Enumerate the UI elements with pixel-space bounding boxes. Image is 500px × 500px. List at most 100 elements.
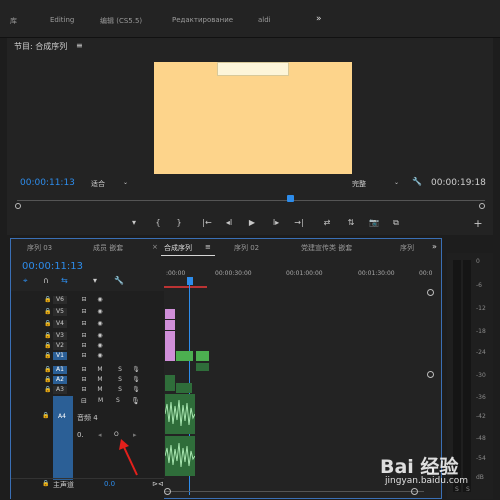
marker-icon[interactable]: ▾ [93,276,97,285]
quality-select[interactable]: 完整 [352,179,366,189]
workspace-editing[interactable]: Editing [50,16,74,24]
go-to-out-button[interactable]: →| [292,218,306,227]
solo-button[interactable]: S [113,386,127,394]
clip-a2[interactable] [176,383,192,393]
lift-button[interactable]: ⇄ [320,218,334,227]
a4-sync-lock-icon[interactable]: ⊟ [81,397,87,405]
tabs-more-icon[interactable]: » [432,242,437,251]
track-label-v3[interactable]: V3 [53,332,67,340]
add-keyframe-button[interactable]: O [114,431,119,438]
clip-a1[interactable] [165,375,175,391]
eye-icon[interactable]: ◉ [93,308,107,316]
sync-lock-icon[interactable]: ⊟ [77,296,91,304]
work-area-bar[interactable] [164,286,207,288]
go-to-end-icon[interactable]: ⊳⊲ [152,480,164,488]
tab-member-nest[interactable]: 成员 嵌套 [93,243,123,253]
zoom-right-handle[interactable] [479,203,485,209]
scrubber-track[interactable] [17,200,485,201]
eye-icon[interactable]: ◉ [93,296,107,304]
zoom-left-handle[interactable] [15,203,21,209]
wrench-icon[interactable]: 🔧 [412,177,422,186]
clip-v5[interactable] [165,309,175,319]
linked-selection-icon[interactable]: ⇆ [61,276,68,285]
clip-v2[interactable] [165,341,175,351]
clip-v1-b[interactable] [176,351,193,361]
eye-icon[interactable]: ◉ [93,332,107,340]
vscroll-top-handle[interactable] [427,289,434,296]
mute-button[interactable]: M [93,386,107,394]
mute-button[interactable]: M [93,366,107,374]
workspace-aldi[interactable]: aldi [258,16,271,24]
comparison-view-button[interactable]: ⧉ [389,218,403,228]
tab-menu-icon[interactable]: ≡ [205,243,211,251]
add-marker-button[interactable]: ▾ [127,218,141,227]
extract-button[interactable]: ⇅ [344,218,358,227]
mark-out-button[interactable]: } [172,218,186,227]
track-label-v6[interactable]: V6 [53,296,67,304]
sync-lock-icon[interactable]: ⊟ [77,332,91,340]
hscroll-left-handle[interactable] [164,488,171,495]
sync-lock-icon[interactable]: ⊟ [77,320,91,328]
sync-lock-icon[interactable]: ⊟ [77,352,91,360]
fit-select[interactable]: 适合 [91,179,105,189]
clip-v4[interactable] [165,320,175,330]
clip-a4-top[interactable] [164,394,196,434]
vscroll-mid-handle[interactable] [427,371,434,378]
eye-icon[interactable]: ◉ [93,352,107,360]
sync-lock-icon[interactable]: ⊟ [77,386,91,394]
tab-seq02[interactable]: 序列 02 [234,243,259,253]
mark-in-button[interactable]: { [151,218,165,227]
hscroll-right-handle[interactable] [411,488,418,495]
track-label-v1[interactable]: V1 [53,352,67,360]
snap-icon[interactable]: ⌖ [23,276,28,286]
eye-icon[interactable]: ◉ [93,320,107,328]
clip-a4-bottom[interactable] [164,436,196,476]
sync-lock-icon[interactable]: ⊟ [77,376,91,384]
step-back-button[interactable]: ◂I [222,218,236,227]
tab-seq[interactable]: 序列 [400,243,414,253]
clip-v3[interactable] [165,331,175,341]
timeline-current-time[interactable]: 00:00:11:13 [22,261,83,272]
clip-v1-d[interactable] [196,363,209,371]
workspace-edit-cs55[interactable]: 编辑 (CS5.5) [100,16,142,26]
track-label-a4[interactable]: A4 [58,413,66,420]
tab-seq03[interactable]: 序列 03 [27,243,52,253]
linked-icon[interactable]: ∩ [43,276,49,285]
lock-icon[interactable]: 🔒 [42,480,49,487]
program-current-time[interactable]: 00:00:11:13 [20,178,75,188]
play-button[interactable]: ▶ [245,218,259,227]
track-label-v2[interactable]: V2 [53,342,67,350]
mute-button[interactable]: M [98,397,103,404]
mic-icon[interactable]: 🎙 [129,376,143,384]
go-to-in-button[interactable]: |← [200,218,214,227]
tab-close-icon[interactable]: × [152,243,158,251]
clip-v1-a[interactable] [165,351,175,361]
tab-composite-seq[interactable]: 合成序列 [164,243,192,253]
a4-track-label-bg[interactable] [53,396,73,480]
sync-lock-icon[interactable]: ⊟ [77,342,91,350]
mic-icon[interactable]: 🎙 [129,386,143,394]
meter-solo-right[interactable]: S [466,486,470,493]
program-menu-icon[interactable]: ≡ [76,41,83,50]
eye-icon[interactable]: ◉ [93,342,107,350]
workspace-ru[interactable]: Редактирование [172,16,233,24]
clip-v1-c[interactable] [196,351,209,361]
settings-wrench-icon[interactable]: 🔧 [114,276,124,285]
sync-lock-icon[interactable]: ⊟ [77,366,91,374]
add-button[interactable]: + [471,217,485,230]
track-label-v5[interactable]: V5 [53,308,67,316]
workspace-more-icon[interactable]: » [316,14,322,24]
timeline-playhead-head[interactable] [187,277,193,285]
next-keyframe-icon[interactable]: ▸ [133,431,137,439]
mute-button[interactable]: M [93,376,107,384]
track-label-v4[interactable]: V4 [53,320,67,328]
hscroll-track[interactable] [164,491,424,492]
lock-icon[interactable]: 🔒 [42,412,49,419]
prev-keyframe-icon[interactable]: ◂ [98,431,102,439]
track-label-a2[interactable]: A2 [53,376,67,384]
mic-icon[interactable]: 🎙 [131,397,140,405]
solo-button[interactable]: S [113,376,127,384]
master-value[interactable]: 0.0 [104,480,115,488]
playhead-marker[interactable] [287,195,294,202]
track-label-a3[interactable]: A3 [53,386,67,394]
